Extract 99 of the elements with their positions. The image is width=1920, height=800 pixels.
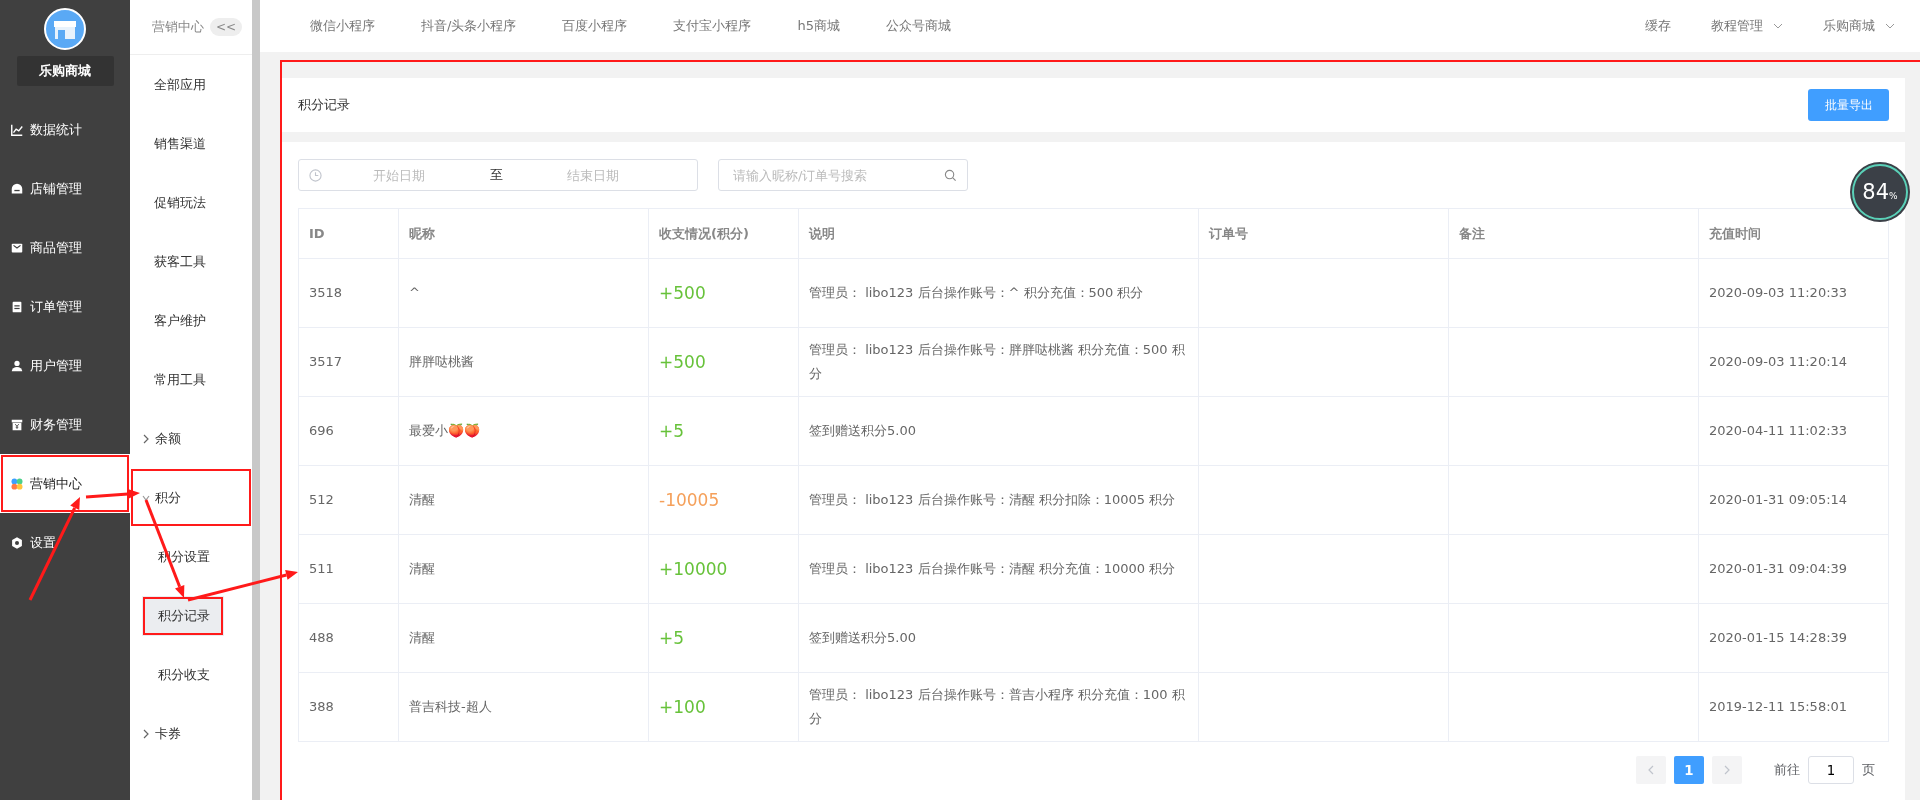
time-cell: 2020-09-03 11:20:33 <box>1698 258 1889 328</box>
page-unit-label: 页 <box>1862 761 1875 779</box>
top-menu[interactable]: 乐购商城 <box>1823 17 1895 35</box>
column-header: 订单号 <box>1198 208 1449 259</box>
amount-cell: +500 <box>648 327 799 397</box>
submenu-group[interactable]: 余额 <box>130 409 252 468</box>
time-cell: 2020-04-11 11:02:33 <box>1698 396 1889 466</box>
column-header: 收支情况(积分) <box>648 208 799 259</box>
nickname-cell: ^ <box>398 258 649 328</box>
time-cell: 2020-01-31 09:05:14 <box>1698 465 1889 535</box>
description-cell: 管理员： libo123 后台操作账号：清醒 积分扣除：10005 积分 <box>798 465 1199 535</box>
next-page-button[interactable] <box>1712 756 1742 784</box>
nickname-cell: 清醒 <box>398 465 649 535</box>
platform-tab[interactable]: h5商城 <box>797 17 840 35</box>
prev-page-button[interactable] <box>1636 756 1666 784</box>
time-cell: 2020-09-03 11:20:14 <box>1698 327 1889 397</box>
submenu-group[interactable]: 卡券 <box>130 704 252 763</box>
platform-tab[interactable]: 微信小程序 <box>310 17 375 35</box>
sidebar-item[interactable]: 营销中心 <box>0 454 130 513</box>
description-cell: 管理员： libo123 后台操作账号：普吉小程序 积分充值：100 积分 <box>798 672 1199 742</box>
amount-cell: -10005 <box>648 465 799 535</box>
submenu-item[interactable]: 积分记录 <box>142 595 224 636</box>
description-cell: 签到赠送积分5.00 <box>798 603 1199 673</box>
clipboard-icon <box>10 299 24 314</box>
nickname-cell: 最爱小🍑🍑 <box>398 396 649 466</box>
amount-cell: +5 <box>648 603 799 673</box>
search-field[interactable]: 请输入昵称/订单号搜索 <box>718 159 968 191</box>
submenu-item[interactable]: 获客工具 <box>130 232 252 291</box>
range-separator: 至 <box>488 166 504 184</box>
box-icon <box>10 417 24 432</box>
column-header: 昵称 <box>398 208 649 259</box>
amount-cell: +10000 <box>648 534 799 604</box>
submenu-item[interactable]: 常用工具 <box>130 350 252 409</box>
sidebar-item[interactable]: 数据统计 <box>0 100 130 159</box>
brand-name: 乐购商城 <box>16 56 114 86</box>
column-header: ID <box>298 208 399 259</box>
column-header: 说明 <box>798 208 1199 259</box>
hexagon-icon <box>10 535 24 550</box>
page-title: 积分记录 <box>298 96 350 114</box>
chevron-left-icon <box>1647 765 1655 775</box>
nickname-cell: 清醒 <box>398 534 649 604</box>
id-cell: 3517 <box>298 327 399 397</box>
house-icon <box>10 181 24 196</box>
chevron-right-icon <box>142 433 150 444</box>
store-logo-icon <box>44 8 86 50</box>
sidebar-item[interactable]: 用户管理 <box>0 336 130 395</box>
id-cell: 488 <box>298 603 399 673</box>
description-cell: 管理员： libo123 后台操作账号：清醒 积分充值：10000 积分 <box>798 534 1199 604</box>
search-icon <box>944 168 957 182</box>
time-cell: 2019-12-11 15:58:01 <box>1698 672 1889 742</box>
chart-icon <box>10 122 24 137</box>
description-cell: 签到赠送积分5.00 <box>798 396 1199 466</box>
user-icon <box>10 358 24 373</box>
chevron-right-icon <box>1723 765 1731 775</box>
goto-label: 前往 <box>1774 761 1800 779</box>
four-dots-icon <box>10 476 24 491</box>
caret-icon <box>1885 23 1895 29</box>
sidebar-item[interactable]: 订单管理 <box>0 277 130 336</box>
submenu-item[interactable]: 促销玩法 <box>130 173 252 232</box>
sidebar-item[interactable]: 财务管理 <box>0 395 130 454</box>
time-cell: 2020-01-15 14:28:39 <box>1698 603 1889 673</box>
end-date-input[interactable]: 结束日期 <box>516 166 670 184</box>
platform-tab[interactable]: 公众号商城 <box>885 17 951 35</box>
platform-tab[interactable]: 百度小程序 <box>562 17 628 35</box>
sidebar-item[interactable]: 设置 <box>0 513 130 572</box>
submenu-group[interactable]: 积分 <box>130 468 252 527</box>
description-cell: 管理员： libo123 后台操作账号：^ 积分充值：500 积分 <box>798 258 1199 328</box>
time-cell: 2020-01-31 09:04:39 <box>1698 534 1889 604</box>
description-cell: 管理员： libo123 后台操作账号：胖胖哒桃酱 积分充值：500 积分 <box>798 327 1199 397</box>
id-cell: 696 <box>298 396 399 466</box>
submenu-title: 营销中心 <box>152 18 204 36</box>
nickname-cell: 清醒 <box>398 603 649 673</box>
id-cell: 511 <box>298 534 399 604</box>
submenu-item[interactable]: 积分收支 <box>142 654 224 695</box>
page-input[interactable]: 1 <box>1808 756 1854 784</box>
id-cell: 388 <box>298 672 399 742</box>
top-menu[interactable]: 缓存 <box>1645 17 1671 35</box>
id-cell: 512 <box>298 465 399 535</box>
annotation-arrow <box>85 488 140 499</box>
nickname-cell: 胖胖哒桃酱 <box>398 327 649 397</box>
chevron-right-icon <box>142 728 150 739</box>
sidebar-item[interactable]: 店铺管理 <box>0 159 130 218</box>
platform-tab[interactable]: 支付宝小程序 <box>673 17 752 35</box>
clock-icon <box>309 168 322 182</box>
start-date-input[interactable]: 开始日期 <box>322 166 476 184</box>
amount-cell: +5 <box>648 396 799 466</box>
submenu-item[interactable]: 客户维护 <box>130 291 252 350</box>
caret-icon <box>1773 23 1783 29</box>
date-range-field[interactable]: 开始日期 至 结束日期 <box>298 159 698 191</box>
top-menu[interactable]: 教程管理 <box>1711 17 1783 35</box>
column-header: 备注 <box>1448 208 1699 259</box>
amount-cell: +500 <box>648 258 799 328</box>
nickname-cell: 普吉科技-超人 <box>398 672 649 742</box>
sidebar-item[interactable]: 商品管理 <box>0 218 130 277</box>
id-cell: 3518 <box>298 258 399 328</box>
amount-cell: +100 <box>648 672 799 742</box>
platform-tab[interactable]: 抖音/头条小程序 <box>421 17 517 35</box>
submenu-item[interactable]: 全部应用 <box>130 55 252 114</box>
submenu-item[interactable]: 销售渠道 <box>130 114 252 173</box>
